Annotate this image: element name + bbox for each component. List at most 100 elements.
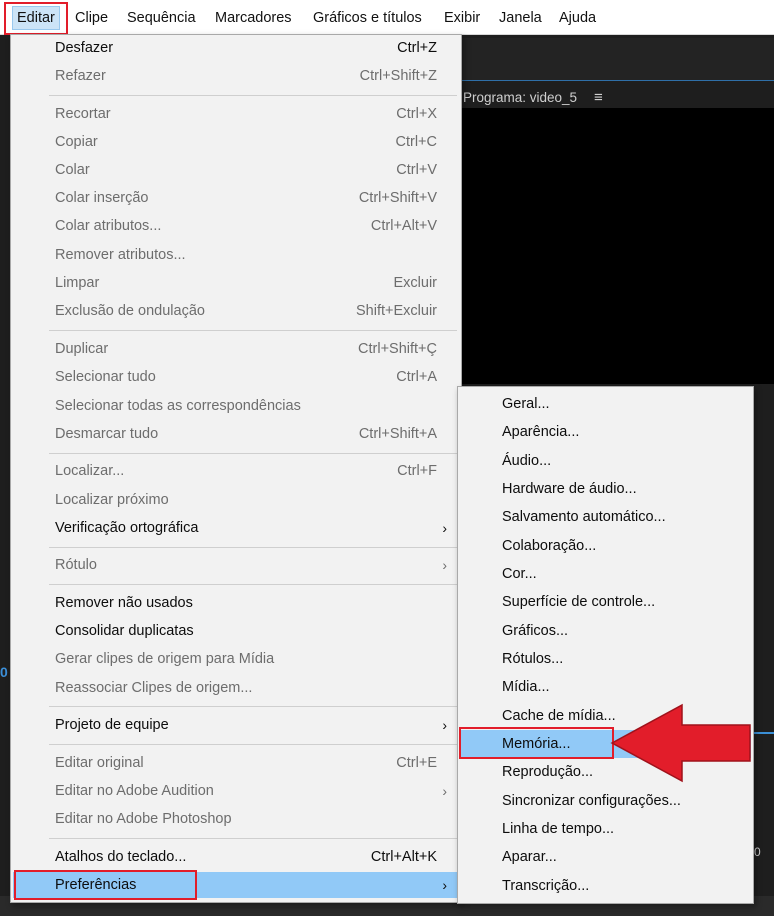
- menu-item-label: Reassociar Clipes de origem...: [55, 680, 253, 696]
- menu-item-selecionar-correspondencias[interactable]: Selecionar todas as correspondências: [13, 393, 459, 419]
- menu-item-shortcut: Ctrl+A: [396, 369, 437, 385]
- menu-item-label: Verificação ortográfica: [55, 520, 199, 536]
- submenu-item-label: Rótulos...: [502, 651, 564, 667]
- submenu-item-label: Hardware de áudio...: [502, 481, 637, 497]
- edit-menu: Desfazer Ctrl+Z Refazer Ctrl+Shift+Z Recor…: [10, 34, 462, 903]
- menu-item-label: Limpar: [55, 275, 100, 291]
- timecode-fragment-left: 0: [0, 664, 8, 680]
- menu-item-atalhos-do-teclado[interactable]: Atalhos do teclado... Ctrl+Alt+K: [13, 844, 459, 870]
- menu-item-remover-atributos[interactable]: Remover atributos...: [13, 242, 459, 268]
- submenu-item-linha-de-tempo[interactable]: Linha de tempo...: [460, 815, 751, 843]
- submenu-item-salvamento-automatico[interactable]: Salvamento automático...: [460, 503, 751, 531]
- submenu-item-transcricao[interactable]: Transcrição...: [460, 872, 751, 900]
- menu-item-shortcut: Ctrl+V: [396, 162, 437, 178]
- menu-item-label: Copiar: [55, 134, 98, 150]
- menu-item-shortcut: Ctrl+E: [396, 755, 437, 771]
- menu-marcadores[interactable]: Marcadores: [215, 9, 292, 27]
- menu-item-label: Gerar clipes de origem para Mídia: [55, 651, 275, 667]
- submenu-item-midia[interactable]: Mídia...: [460, 673, 751, 701]
- menu-item-gerar-clipes[interactable]: Gerar clipes de origem para Mídia: [13, 646, 459, 672]
- submenu-item-label: Reprodução...: [502, 764, 594, 780]
- menu-item-colar[interactable]: Colar Ctrl+V: [13, 157, 459, 183]
- menu-item-label: Consolidar duplicatas: [55, 623, 194, 639]
- submenu-item-aparencia[interactable]: Aparência...: [460, 418, 751, 446]
- program-monitor: [462, 108, 774, 384]
- menu-janela[interactable]: Janela: [499, 9, 542, 27]
- menu-item-verificacao-ortografica[interactable]: Verificação ortográfica ›: [13, 515, 459, 541]
- submenu-item-label: Linha de tempo...: [502, 821, 615, 837]
- menu-separator: [49, 453, 457, 454]
- left-arrow-icon: [610, 703, 751, 783]
- menu-item-desfazer[interactable]: Desfazer Ctrl+Z: [13, 35, 459, 61]
- menu-item-editar-audition[interactable]: Editar no Adobe Audition ›: [13, 778, 459, 804]
- menu-item-copiar[interactable]: Copiar Ctrl+C: [13, 129, 459, 155]
- menu-ajuda[interactable]: Ajuda: [559, 9, 596, 27]
- menu-item-editar-photoshop[interactable]: Editar no Adobe Photoshop: [13, 806, 459, 832]
- menu-item-shortcut: Excluir: [393, 275, 437, 291]
- menu-item-reassociar-clipes[interactable]: Reassociar Clipes de origem...: [13, 675, 459, 701]
- submenu-item-label: Colaboração...: [502, 538, 597, 554]
- menu-item-remover-nao-usados[interactable]: Remover não usados: [13, 590, 459, 616]
- menu-separator: [49, 706, 457, 707]
- menu-item-shortcut: Ctrl+Shift+V: [358, 190, 437, 206]
- submenu-item-sincronizar-configuracoes[interactable]: Sincronizar configurações...: [460, 787, 751, 815]
- menu-item-label: Remover não usados: [55, 595, 193, 611]
- panel-header: [462, 38, 774, 81]
- submenu-item-audio[interactable]: Áudio...: [460, 447, 751, 475]
- menu-sequencia[interactable]: Sequência: [127, 9, 196, 27]
- highlight-memoria: [459, 727, 614, 759]
- menu-item-consolidar-duplicatas[interactable]: Consolidar duplicatas: [13, 618, 459, 644]
- submenu-item-hardware-de-audio[interactable]: Hardware de áudio...: [460, 475, 751, 503]
- menu-item-label: Remover atributos...: [55, 247, 186, 263]
- menu-item-shortcut: Shift+Excluir: [356, 303, 437, 319]
- submenu-item-cor[interactable]: Cor...: [460, 560, 751, 588]
- hamburger-icon[interactable]: ≡: [594, 89, 603, 106]
- menu-item-shortcut: Ctrl+C: [395, 134, 438, 150]
- menu-item-duplicar[interactable]: Duplicar Ctrl+Shift+Ç: [13, 336, 459, 362]
- menu-item-label: Duplicar: [55, 341, 109, 357]
- submenu-item-label: Geral...: [502, 396, 550, 412]
- menu-item-colar-atributos[interactable]: Colar atributos... Ctrl+Alt+V: [13, 213, 459, 239]
- menu-item-exclusao-de-ondulacao[interactable]: Exclusão de ondulação Shift+Excluir: [13, 298, 459, 324]
- menu-item-label: Exclusão de ondulação: [55, 303, 205, 319]
- menu-item-rotulo[interactable]: Rótulo ›: [13, 552, 459, 578]
- menu-clipe[interactable]: Clipe: [75, 9, 108, 27]
- menu-item-projeto-de-equipe[interactable]: Projeto de equipe ›: [13, 712, 459, 738]
- menu-item-editar-original[interactable]: Editar original Ctrl+E: [13, 750, 459, 776]
- menu-item-label: Projeto de equipe: [55, 717, 169, 733]
- menu-item-label: Desfazer: [55, 40, 114, 56]
- submenu-item-superficie-de-controle[interactable]: Superfície de controle...: [460, 588, 751, 616]
- menu-item-shortcut: Ctrl+Shift+Z: [359, 68, 437, 84]
- submenu-item-graficos[interactable]: Gráficos...: [460, 617, 751, 645]
- menu-item-label: Editar original: [55, 755, 144, 771]
- menu-item-desmarcar-tudo[interactable]: Desmarcar tudo Ctrl+Shift+A: [13, 421, 459, 447]
- menu-separator: [49, 744, 457, 745]
- menu-item-label: Editar no Adobe Audition: [55, 783, 214, 799]
- menu-item-label: Colar: [55, 162, 90, 178]
- menu-item-localizar[interactable]: Localizar... Ctrl+F: [13, 458, 459, 484]
- menu-separator: [49, 95, 457, 96]
- menu-item-shortcut: Ctrl+Alt+K: [370, 849, 437, 865]
- menu-item-refazer[interactable]: Refazer Ctrl+Shift+Z: [13, 63, 459, 89]
- menu-item-localizar-proximo[interactable]: Localizar próximo: [13, 487, 459, 513]
- menu-separator: [49, 838, 457, 839]
- submenu-item-label: Gráficos...: [502, 623, 569, 639]
- menu-item-label: Editar no Adobe Photoshop: [55, 811, 232, 827]
- submenu-item-geral[interactable]: Geral...: [460, 390, 751, 418]
- menu-item-selecionar-tudo[interactable]: Selecionar tudo Ctrl+A: [13, 364, 459, 390]
- submenu-item-colaboracao[interactable]: Colaboração...: [460, 532, 751, 560]
- submenu-arrow-icon: ›: [442, 717, 447, 733]
- menu-exibir[interactable]: Exibir: [444, 9, 480, 27]
- menu-item-limpar[interactable]: Limpar Excluir: [13, 270, 459, 296]
- menu-item-label: Selecionar tudo: [55, 369, 156, 385]
- menu-item-shortcut: Ctrl+Shift+A: [358, 426, 437, 442]
- menu-item-label: Desmarcar tudo: [55, 426, 159, 442]
- menu-graficos-e-titulos[interactable]: Gráficos e títulos: [313, 9, 422, 27]
- submenu-item-label: Cor...: [502, 566, 537, 582]
- menu-item-label: Selecionar todas as correspondências: [55, 398, 301, 414]
- menu-item-recortar[interactable]: Recortar Ctrl+X: [13, 101, 459, 127]
- submenu-item-aparar[interactable]: Aparar...: [460, 843, 751, 871]
- menu-item-colar-insercao[interactable]: Colar inserção Ctrl+Shift+V: [13, 185, 459, 211]
- menu-item-shortcut: Ctrl+Z: [397, 40, 437, 56]
- submenu-item-rotulos[interactable]: Rótulos...: [460, 645, 751, 673]
